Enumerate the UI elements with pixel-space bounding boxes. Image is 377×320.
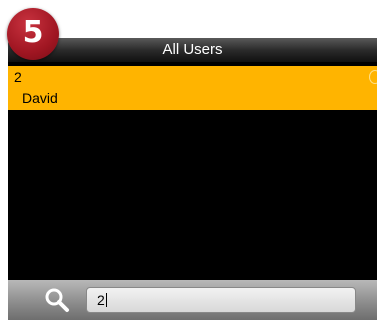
search-icon[interactable] [44,287,70,313]
title-bar: All Users [8,38,377,62]
search-input-value: 2 [97,292,105,308]
device-screen: 5 All Users 2 David 2 [0,0,377,320]
search-input[interactable]: 2 [86,287,356,313]
user-list[interactable]: 2 David [8,62,377,280]
row-indicator-icon [369,70,377,84]
step-number-badge: 5 [7,8,59,60]
page-title: All Users [162,41,223,58]
user-name: David [22,90,58,106]
step-number: 5 [22,15,44,50]
text-caret [105,293,107,307]
user-id: 2 [14,69,22,85]
search-bar: 2 [8,280,377,320]
user-list-item[interactable]: 2 David [8,66,377,110]
